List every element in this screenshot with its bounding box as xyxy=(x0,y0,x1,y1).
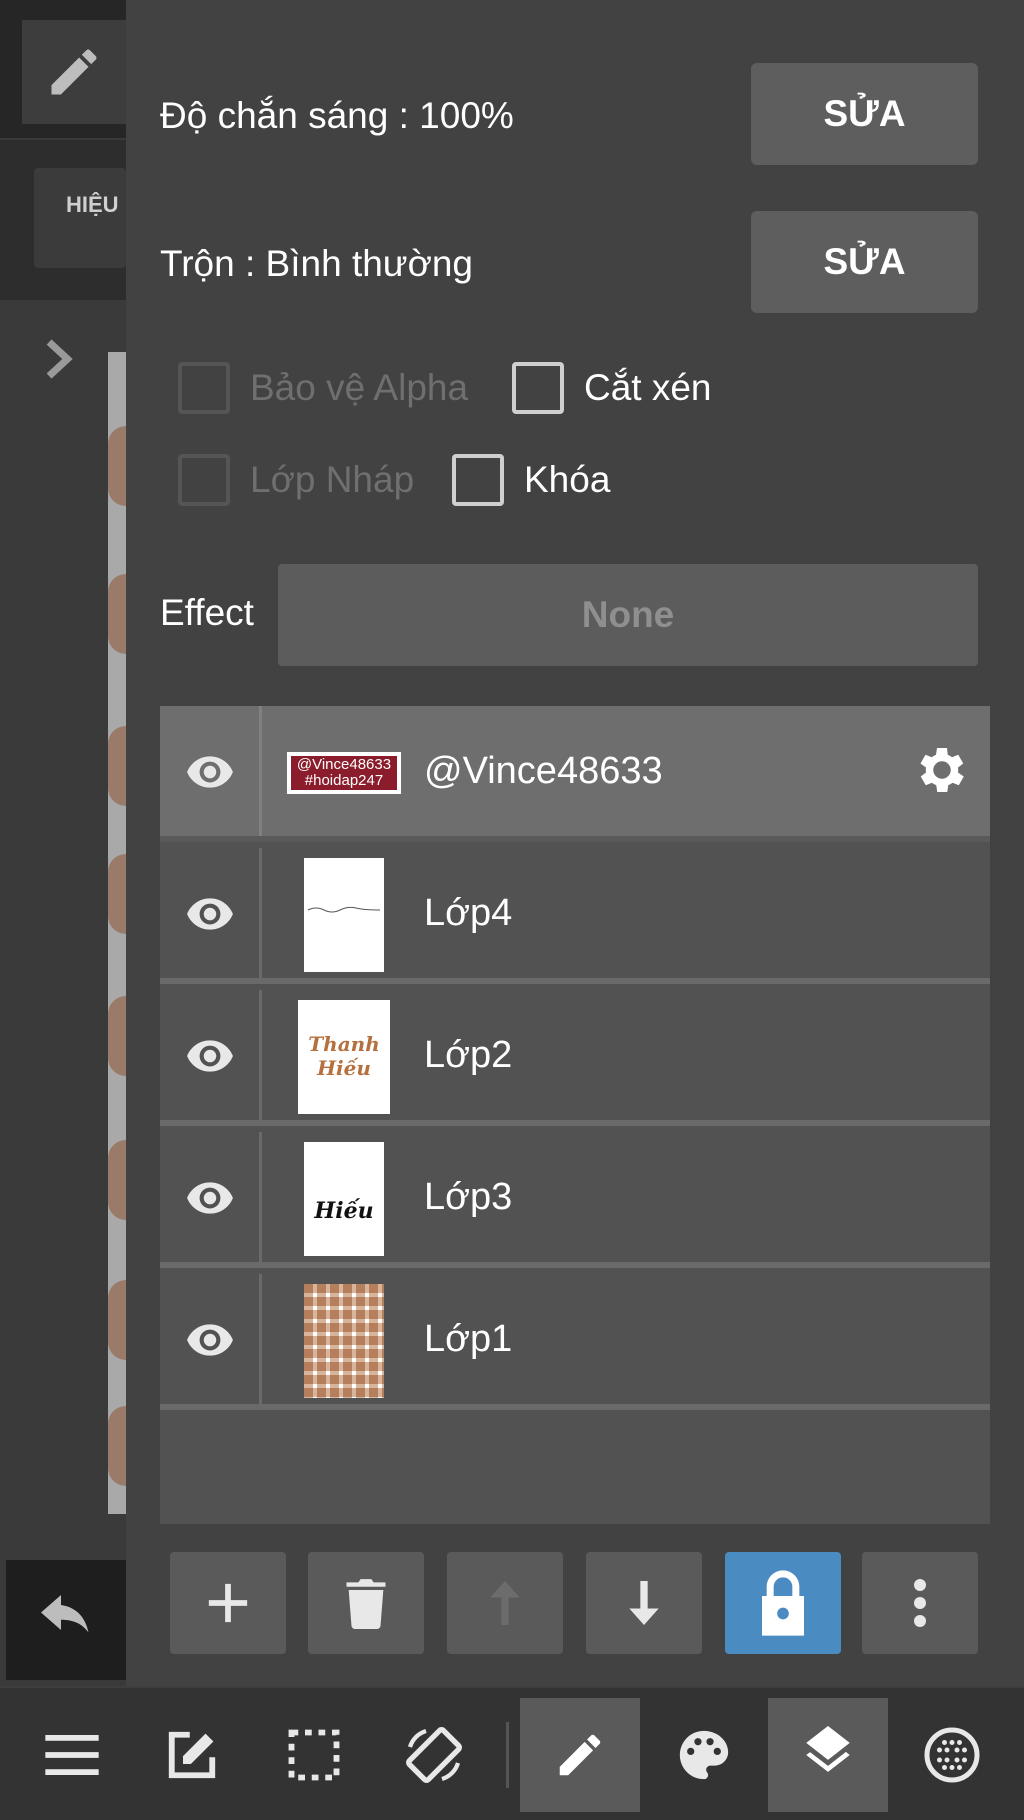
brush-tool-button[interactable] xyxy=(22,20,126,124)
lock-checkbox[interactable]: Khóa xyxy=(452,454,610,506)
checkbox-box xyxy=(178,362,230,414)
edit-square-icon xyxy=(168,1731,216,1779)
delete-layer-button[interactable] xyxy=(308,1552,424,1654)
layer-row[interactable]: Thanh Hiếu Lớp2 xyxy=(160,990,990,1126)
chevron-right-icon[interactable] xyxy=(42,336,76,387)
opacity-edit-button[interactable]: SỬA xyxy=(751,63,978,165)
layer-toolbar xyxy=(160,1552,990,1656)
checkbox-box xyxy=(512,362,564,414)
layer-thumbnail: Thanh Hiếu xyxy=(298,1000,390,1114)
blend-edit-button[interactable]: SỬA xyxy=(751,211,978,313)
visibility-toggle[interactable] xyxy=(160,990,262,1120)
layer-name: Lớp2 xyxy=(424,1033,513,1076)
arrow-up-icon xyxy=(490,1581,520,1625)
layer-thumbnail xyxy=(304,858,384,972)
protect-alpha-checkbox[interactable]: Bảo vệ Alpha xyxy=(178,362,468,414)
bottom-toolbar xyxy=(0,1686,1024,1820)
effect-select[interactable]: None xyxy=(278,564,978,666)
thumb-text: #hoidap247 xyxy=(304,772,384,789)
menu-icon xyxy=(45,1735,99,1775)
undo-icon xyxy=(41,1595,89,1633)
eye-icon xyxy=(186,1182,233,1214)
layers-button[interactable] xyxy=(768,1698,888,1812)
color-button[interactable] xyxy=(644,1698,764,1812)
preview-dot xyxy=(108,426,126,506)
brush-button[interactable] xyxy=(520,1698,640,1812)
clipping-checkbox[interactable]: Cắt xén xyxy=(512,362,712,414)
thumb-text: Thanh xyxy=(308,1032,380,1056)
preview-dot xyxy=(108,1280,126,1360)
preview-dot xyxy=(108,854,126,934)
toolbar-separator xyxy=(506,1722,509,1788)
layers-icon xyxy=(806,1726,850,1772)
layer-name: Lớp4 xyxy=(424,891,513,934)
gear-icon[interactable] xyxy=(912,740,972,805)
eye-icon xyxy=(186,1324,233,1356)
add-layer-button[interactable] xyxy=(170,1552,286,1654)
protect-alpha-label: Bảo vệ Alpha xyxy=(250,367,469,408)
preview-dot xyxy=(108,574,126,654)
thumb-text: @Vince48633 xyxy=(296,756,392,773)
edit-canvas-button[interactable] xyxy=(132,1698,252,1812)
layer-list: @Vince48633 #hoidap247 @Vince48633 Lớp4 xyxy=(160,706,990,1524)
lock-icon xyxy=(762,1570,804,1636)
layer-row[interactable]: Lớp1 xyxy=(160,1274,990,1410)
more-options-button[interactable] xyxy=(862,1552,978,1654)
trash-icon xyxy=(346,1579,386,1629)
layer-name: @Vince48633 xyxy=(424,749,663,792)
visibility-toggle[interactable] xyxy=(160,706,262,836)
effect-label: Effect xyxy=(160,592,254,633)
selection-icon xyxy=(288,1729,340,1781)
preview-dot xyxy=(108,996,126,1076)
pencil-icon xyxy=(51,49,97,95)
rotate-screen-icon xyxy=(406,1727,462,1783)
visibility-toggle[interactable] xyxy=(160,1274,262,1404)
layer-thumbnail: @Vince48633 #hoidap247 xyxy=(287,752,401,794)
effect-tab-button[interactable]: HIỆU xyxy=(34,168,126,268)
preview-dot xyxy=(108,726,126,806)
draft-layer-label: Lớp Nháp xyxy=(250,459,415,500)
layer-row[interactable]: @Vince48633 #hoidap247 @Vince48633 xyxy=(160,706,990,842)
lock-layer-button[interactable] xyxy=(725,1552,841,1654)
preview-dot xyxy=(108,1140,126,1220)
palette-icon xyxy=(679,1730,729,1780)
layer-name: Lớp3 xyxy=(424,1175,513,1218)
material-button[interactable] xyxy=(892,1698,1012,1812)
menu-button[interactable] xyxy=(12,1698,132,1812)
layer-thumbnail xyxy=(304,1284,384,1398)
selection-button[interactable] xyxy=(254,1698,374,1812)
draft-layer-checkbox[interactable]: Lớp Nháp xyxy=(178,454,414,506)
arrow-down-icon xyxy=(629,1581,659,1625)
pencil-icon xyxy=(559,1734,601,1776)
move-layer-down-button[interactable] xyxy=(586,1552,702,1654)
layer-row[interactable]: Hiếu Lớp3 xyxy=(160,1132,990,1268)
add-icon xyxy=(208,1583,248,1623)
lock-label: Khóa xyxy=(524,459,611,500)
grid-circle-icon xyxy=(924,1727,980,1783)
effect-tab-label: HIỆU xyxy=(66,192,119,217)
layer-name: Lớp1 xyxy=(424,1317,513,1360)
thumb-text: Hiếu xyxy=(314,1198,374,1224)
visibility-toggle[interactable] xyxy=(160,848,262,978)
more-vertical-icon xyxy=(914,1579,926,1627)
move-layer-up-button[interactable] xyxy=(447,1552,563,1654)
checkbox-box xyxy=(452,454,504,506)
app-screen: { "left_strip": { "effect_tab_label": "H… xyxy=(0,0,1024,1820)
layer-row[interactable]: Lớp4 xyxy=(160,848,990,984)
layer-thumbnail: Hiếu xyxy=(304,1142,384,1256)
eye-icon xyxy=(186,1040,233,1072)
checkbox-box xyxy=(178,454,230,506)
eye-icon xyxy=(186,756,233,788)
visibility-toggle[interactable] xyxy=(160,1132,262,1262)
rotate-screen-button[interactable] xyxy=(374,1698,494,1812)
blend-mode-label: Trộn : Bình thường xyxy=(160,243,473,284)
thumb-text: Hiếu xyxy=(317,1056,371,1080)
preview-dot xyxy=(108,1406,126,1486)
clipping-label: Cắt xén xyxy=(584,367,712,408)
eye-icon xyxy=(186,898,233,930)
undo-button[interactable] xyxy=(6,1560,126,1680)
opacity-label: Độ chắn sáng : 100% xyxy=(160,95,514,136)
